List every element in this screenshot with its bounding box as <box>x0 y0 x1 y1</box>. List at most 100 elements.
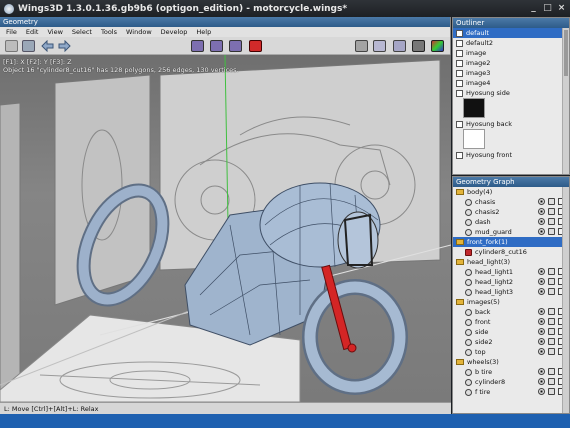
lock-icon[interactable] <box>548 228 555 235</box>
visibility-eye-icon[interactable] <box>538 378 545 385</box>
menu-file[interactable]: File <box>6 27 17 37</box>
axes-toggle-icon[interactable] <box>431 40 444 52</box>
outliner-item[interactable]: image <box>453 48 569 58</box>
scrollbar-thumb[interactable] <box>564 30 568 76</box>
lock-icon[interactable] <box>548 388 555 395</box>
visibility-eye-icon[interactable] <box>538 308 545 315</box>
lock-icon[interactable] <box>548 208 555 215</box>
graph-object-row[interactable]: back <box>453 307 569 317</box>
lock-icon[interactable] <box>548 278 555 285</box>
menu-view[interactable]: View <box>47 27 62 37</box>
3d-viewport[interactable]: [F1]: X [F2]: Y [F3]: Z Object 16 "cylin… <box>0 55 451 402</box>
graph-object-row[interactable]: cylinder8_cut16 <box>453 247 569 257</box>
graph-object-row[interactable]: chasis2 <box>453 207 569 217</box>
visibility-eye-icon[interactable] <box>538 318 545 325</box>
lock-icon[interactable] <box>548 368 555 375</box>
undo-arrow-icon[interactable] <box>41 39 54 53</box>
graph-object-row[interactable]: front <box>453 317 569 327</box>
object-icon <box>465 328 472 336</box>
visibility-eye-icon[interactable] <box>538 218 545 225</box>
lock-icon[interactable] <box>548 288 555 295</box>
graph-object-row[interactable]: cylinder8 <box>453 377 569 387</box>
menu-help[interactable]: Help <box>196 27 211 37</box>
outliner-item[interactable]: image3 <box>453 68 569 78</box>
graph-object-row[interactable]: top <box>453 347 569 357</box>
graph-folder[interactable]: wheels(3) <box>453 357 569 367</box>
graph-object-row[interactable]: mud_guard <box>453 227 569 237</box>
minimize-button[interactable]: _ <box>528 3 539 14</box>
lock-icon[interactable] <box>548 268 555 275</box>
visibility-eye-icon[interactable] <box>538 228 545 235</box>
face-select-mode-icon[interactable] <box>229 40 242 52</box>
grid-view-icon[interactable] <box>355 40 368 52</box>
image-icon <box>456 79 463 87</box>
lock-icon[interactable] <box>548 318 555 325</box>
menu-window[interactable]: Window <box>126 27 152 37</box>
graph-object-row[interactable]: head_light1 <box>453 267 569 277</box>
outliner-scrollbar[interactable] <box>562 28 569 174</box>
object-label: dash <box>475 218 491 226</box>
lock-icon[interactable] <box>548 308 555 315</box>
visibility-eye-icon[interactable] <box>538 208 545 215</box>
object-label: chasis <box>475 198 496 206</box>
graph-folder[interactable]: images(5) <box>453 297 569 307</box>
redo-arrow-icon[interactable] <box>58 39 71 53</box>
outliner-item[interactable]: Hyosung back <box>453 119 569 129</box>
outliner-item[interactable]: Hyosung side <box>453 88 569 98</box>
object-icon <box>465 268 472 276</box>
menu-select[interactable]: Select <box>72 27 92 37</box>
object-label: head_light3 <box>475 288 514 296</box>
object-icon <box>465 208 472 216</box>
lock-icon[interactable] <box>548 218 555 225</box>
vertex-select-mode-icon[interactable] <box>191 40 204 52</box>
lock-icon[interactable] <box>548 328 555 335</box>
object-label: mud_guard <box>475 228 512 236</box>
visibility-eye-icon[interactable] <box>538 348 545 355</box>
menu-tools[interactable]: Tools <box>101 27 117 37</box>
object-icon <box>465 388 472 396</box>
selected-object-icon <box>465 248 472 256</box>
body-select-mode-icon[interactable] <box>249 40 262 52</box>
visibility-eye-icon[interactable] <box>538 268 545 275</box>
new-file-icon[interactable] <box>5 40 18 52</box>
outliner-item[interactable]: default2 <box>453 38 569 48</box>
visibility-eye-icon[interactable] <box>538 198 545 205</box>
save-icon[interactable] <box>22 40 35 52</box>
graph-object-row[interactable]: b tire <box>453 367 569 377</box>
visibility-eye-icon[interactable] <box>538 328 545 335</box>
perspective-toggle-icon[interactable] <box>412 40 425 52</box>
menu-develop[interactable]: Develop <box>161 27 188 37</box>
visibility-eye-icon[interactable] <box>538 288 545 295</box>
outliner-item[interactable]: Hyosung front <box>453 150 569 160</box>
graph-object-row[interactable]: side <box>453 327 569 337</box>
edge-select-mode-icon[interactable] <box>210 40 223 52</box>
outliner-item-label: image2 <box>466 59 491 67</box>
object-icon <box>465 368 472 376</box>
maximize-button[interactable]: □ <box>542 3 553 14</box>
lock-icon[interactable] <box>548 338 555 345</box>
visibility-eye-icon[interactable] <box>538 338 545 345</box>
visibility-eye-icon[interactable] <box>538 388 545 395</box>
lock-icon[interactable] <box>548 198 555 205</box>
menu-edit[interactable]: Edit <box>26 27 39 37</box>
visibility-eye-icon[interactable] <box>538 368 545 375</box>
shaded-view-icon[interactable] <box>373 40 386 52</box>
graph-object-row[interactable]: f tire <box>453 387 569 397</box>
outliner-item[interactable]: image2 <box>453 58 569 68</box>
close-button[interactable]: × <box>556 3 567 14</box>
graph-object-row[interactable]: head_light3 <box>453 287 569 297</box>
outliner-item[interactable]: default <box>453 28 569 38</box>
outliner-item[interactable]: image4 <box>453 78 569 88</box>
graph-object-row[interactable]: dash <box>453 217 569 227</box>
graph-folder[interactable]: head_light(3) <box>453 257 569 267</box>
graph-folder[interactable]: front_fork(1) <box>453 237 569 247</box>
visibility-eye-icon[interactable] <box>538 278 545 285</box>
graph-scrollbar[interactable] <box>562 187 569 413</box>
graph-object-row[interactable]: chasis <box>453 197 569 207</box>
graph-folder[interactable]: body(4) <box>453 187 569 197</box>
smooth-preview-icon[interactable] <box>393 40 406 52</box>
lock-icon[interactable] <box>548 348 555 355</box>
graph-object-row[interactable]: side2 <box>453 337 569 347</box>
lock-icon[interactable] <box>548 378 555 385</box>
graph-object-row[interactable]: head_light2 <box>453 277 569 287</box>
